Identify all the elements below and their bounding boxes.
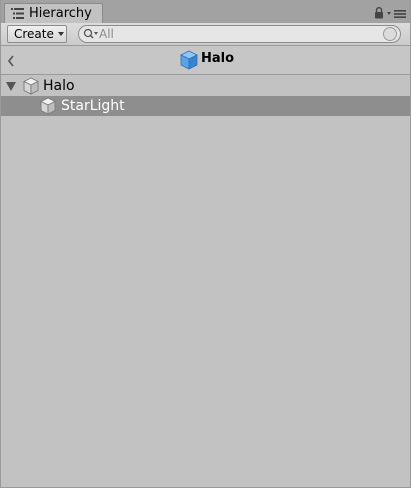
search-cancel-icon[interactable] [383, 27, 397, 41]
tree-item-label: Halo [43, 78, 75, 94]
hierarchy-window: Hierarchy Create All Halo Halo StarLight [0, 0, 411, 488]
tree-row-halo[interactable]: Halo [1, 76, 410, 96]
chevron-left-icon[interactable] [7, 55, 15, 67]
panel-menu-icon[interactable] [387, 9, 407, 19]
hierarchy-toolbar: Create [1, 23, 410, 46]
tab-hierarchy[interactable]: Hierarchy [4, 3, 103, 23]
prefab-cube-icon [180, 50, 198, 70]
tree-item-label: StarLight [61, 98, 125, 114]
hierarchy-list-icon [11, 8, 24, 19]
gameobject-cube-icon [22, 77, 40, 95]
tab-strip: Hierarchy [1, 0, 410, 23]
prefab-mode-header: Halo [1, 46, 410, 75]
lock-icon[interactable] [374, 7, 384, 19]
search-field[interactable] [78, 25, 401, 43]
tab-label: Hierarchy [29, 6, 92, 21]
search-icon[interactable] [83, 28, 99, 40]
gameobject-cube-icon [39, 97, 57, 115]
foldout-expanded-icon[interactable] [6, 82, 16, 91]
prefab-title: Halo [201, 51, 235, 66]
create-button[interactable]: Create [7, 25, 67, 43]
hierarchy-tree: Halo StarLight [1, 76, 410, 116]
create-button-label: Create [14, 27, 54, 41]
search-input[interactable] [99, 26, 379, 42]
caret-down-icon [58, 32, 64, 36]
tree-row-starlight[interactable]: StarLight [1, 96, 410, 116]
